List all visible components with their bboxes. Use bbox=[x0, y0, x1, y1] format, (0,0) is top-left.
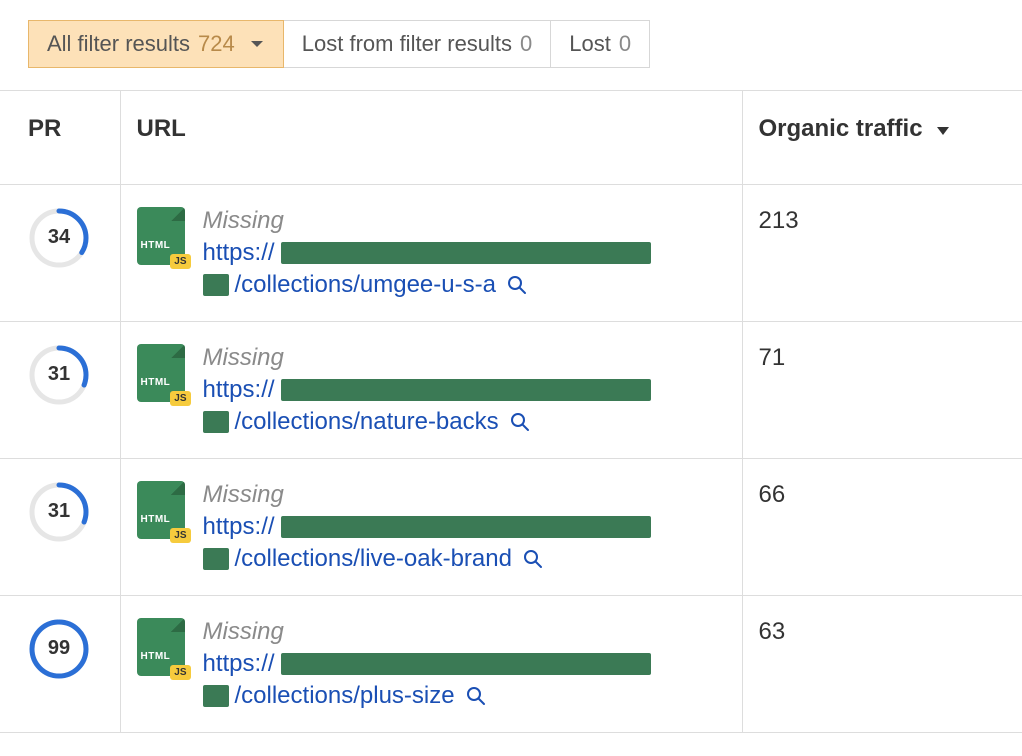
filter-tab-count: 724 bbox=[198, 31, 235, 57]
search-icon[interactable] bbox=[509, 411, 531, 433]
status-label: Missing bbox=[203, 207, 651, 235]
redacted-prefix bbox=[203, 548, 229, 570]
filter-tab[interactable]: All filter results 724 bbox=[28, 20, 284, 68]
redacted-domain bbox=[281, 516, 651, 538]
filter-tab[interactable]: Lost from filter results 0 bbox=[284, 20, 552, 68]
table-row: 31 HTMLJS Missing https:// /collections/live… bbox=[0, 458, 1022, 595]
html-file-icon: HTMLJS bbox=[137, 618, 185, 676]
pr-gauge: 31 bbox=[28, 481, 90, 543]
filter-tab-count: 0 bbox=[619, 31, 631, 57]
url-line-path[interactable]: /collections/nature-backs bbox=[203, 408, 651, 436]
pr-value: 34 bbox=[28, 207, 90, 269]
pr-gauge: 99 bbox=[28, 618, 90, 680]
pr-value: 31 bbox=[28, 344, 90, 406]
url-line-domain[interactable]: https:// bbox=[203, 650, 651, 678]
column-header-traffic[interactable]: Organic traffic bbox=[742, 91, 1022, 185]
table-body: 34 HTMLJS Missing https:// /collections/umge… bbox=[0, 184, 1022, 732]
filter-tab[interactable]: Lost 0 bbox=[551, 20, 650, 68]
cell-pr: 34 bbox=[0, 184, 120, 321]
filter-tabs: All filter results 724 Lost from filter re… bbox=[0, 0, 1022, 68]
url-line-path[interactable]: /collections/plus-size bbox=[203, 682, 651, 710]
cell-traffic: 213 bbox=[742, 184, 1022, 321]
cell-pr: 31 bbox=[0, 458, 120, 595]
pr-gauge: 34 bbox=[28, 207, 90, 269]
html-file-icon: HTMLJS bbox=[137, 481, 185, 539]
url-path: /collections/plus-size bbox=[235, 682, 455, 710]
redacted-domain bbox=[281, 242, 651, 264]
cell-url: HTMLJS Missing https:// /collections/live-o… bbox=[120, 458, 742, 595]
cell-traffic: 66 bbox=[742, 458, 1022, 595]
pr-value: 99 bbox=[28, 618, 90, 680]
filter-tab-label: Lost bbox=[569, 31, 611, 57]
cell-traffic: 63 bbox=[742, 595, 1022, 732]
url-protocol: https:// bbox=[203, 376, 275, 404]
search-icon[interactable] bbox=[506, 274, 528, 296]
column-header-pr[interactable]: PR bbox=[0, 91, 120, 185]
filter-tab-count: 0 bbox=[520, 31, 532, 57]
url-line-domain[interactable]: https:// bbox=[203, 239, 651, 267]
search-icon[interactable] bbox=[465, 685, 487, 707]
redacted-prefix bbox=[203, 411, 229, 433]
cell-pr: 31 bbox=[0, 321, 120, 458]
url-line-domain[interactable]: https:// bbox=[203, 513, 651, 541]
url-protocol: https:// bbox=[203, 513, 275, 541]
cell-url: HTMLJS Missing https:// /collections/nature… bbox=[120, 321, 742, 458]
url-protocol: https:// bbox=[203, 650, 275, 678]
table-row: 99 HTMLJS Missing https:// /collections/plus… bbox=[0, 595, 1022, 732]
js-badge-icon: JS bbox=[170, 528, 190, 543]
status-label: Missing bbox=[203, 618, 651, 646]
url-line-domain[interactable]: https:// bbox=[203, 376, 651, 404]
url-line-path[interactable]: /collections/umgee-u-s-a bbox=[203, 271, 651, 299]
js-badge-icon: JS bbox=[170, 391, 190, 406]
redacted-domain bbox=[281, 379, 651, 401]
table-row: 34 HTMLJS Missing https:// /collections/umge… bbox=[0, 184, 1022, 321]
url-path: /collections/umgee-u-s-a bbox=[235, 271, 496, 299]
filter-tab-label: Lost from filter results bbox=[302, 31, 512, 57]
caret-down-icon bbox=[249, 39, 265, 49]
url-line-path[interactable]: /collections/live-oak-brand bbox=[203, 545, 651, 573]
cell-traffic: 71 bbox=[742, 321, 1022, 458]
url-protocol: https:// bbox=[203, 239, 275, 267]
results-table: PR URL Organic traffic 34 HTMLJS Missing ht… bbox=[0, 90, 1022, 733]
html-file-icon: HTMLJS bbox=[137, 207, 185, 265]
url-path: /collections/live-oak-brand bbox=[235, 545, 512, 573]
pr-gauge: 31 bbox=[28, 344, 90, 406]
column-header-url[interactable]: URL bbox=[120, 91, 742, 185]
status-label: Missing bbox=[203, 344, 651, 372]
redacted-domain bbox=[281, 653, 651, 675]
cell-url: HTMLJS Missing https:// /collections/plus-s… bbox=[120, 595, 742, 732]
cell-pr: 99 bbox=[0, 595, 120, 732]
table-row: 31 HTMLJS Missing https:// /collections/natu… bbox=[0, 321, 1022, 458]
js-badge-icon: JS bbox=[170, 254, 190, 269]
search-icon[interactable] bbox=[522, 548, 544, 570]
cell-url: HTMLJS Missing https:// /collections/umgee-… bbox=[120, 184, 742, 321]
redacted-prefix bbox=[203, 685, 229, 707]
status-label: Missing bbox=[203, 481, 651, 509]
js-badge-icon: JS bbox=[170, 665, 190, 680]
sort-desc-icon bbox=[935, 116, 951, 144]
pr-value: 31 bbox=[28, 481, 90, 543]
filter-tab-label: All filter results bbox=[47, 31, 190, 57]
redacted-prefix bbox=[203, 274, 229, 296]
html-file-icon: HTMLJS bbox=[137, 344, 185, 402]
url-path: /collections/nature-backs bbox=[235, 408, 499, 436]
